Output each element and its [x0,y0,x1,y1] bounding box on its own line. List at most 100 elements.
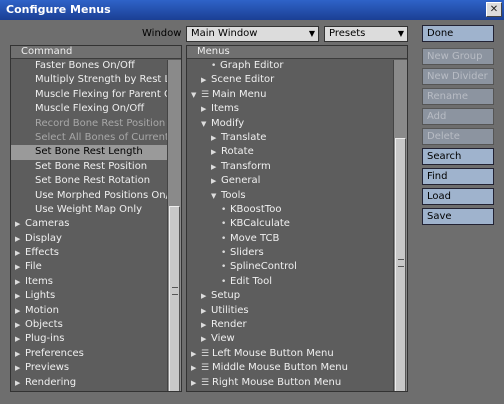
menu-tree-item[interactable]: ▶ Setup [187,289,393,303]
expand-arrow-icon[interactable]: ▶ [15,361,25,375]
expand-arrow-icon[interactable]: ▶ [15,332,25,346]
menu-tree-item[interactable]: ▶ Translate [187,131,393,145]
save-button[interactable]: Save [422,208,494,225]
expand-arrow-icon[interactable]: ▶ [201,304,211,318]
command-item[interactable]: Set Bone Rest Position [11,160,167,174]
menu-tree-item[interactable]: ▶ Rotate [187,145,393,159]
command-group[interactable]: ▶ Cameras [11,217,167,231]
command-group[interactable]: ▶ Rendering [11,376,167,390]
command-item[interactable]: Use Morphed Positions On/... [11,189,167,203]
expand-arrow-icon[interactable]: ▶ [15,246,25,260]
expand-arrow-icon[interactable]: ▶ [15,376,25,390]
command-label: Muscle Flexing for Parent O... [35,88,167,100]
command-item[interactable]: Select All Bones of Current ... [11,131,167,145]
menu-label: Render [211,319,247,331]
expand-arrow-icon[interactable]: ▶ [15,275,25,289]
expand-arrow-icon[interactable]: ▶ [211,131,221,145]
command-group[interactable]: ▶ Effects [11,246,167,260]
menu-tree-item[interactable]: • Sliders [187,246,393,260]
command-item[interactable]: Muscle Flexing for Parent O... [11,88,167,102]
menu-tree-item[interactable]: ▶ Utilities [187,304,393,318]
expand-arrow-icon[interactable]: ▶ [15,347,25,361]
command-item[interactable]: Use Weight Map Only [11,203,167,217]
menu-tree-item[interactable]: ▶ General [187,174,393,188]
menu-tree-item[interactable]: ▼ Modify [187,117,393,131]
bullet-icon: • [221,276,227,287]
collapse-arrow-icon[interactable]: ▼ [191,88,201,102]
delete-button[interactable]: Delete [422,128,494,145]
add-button[interactable]: Add [422,108,494,125]
expand-arrow-icon[interactable]: ▶ [201,73,211,87]
new-divider-button[interactable]: New Divider [422,68,494,85]
menu-tree-item[interactable]: ▶ Render [187,318,393,332]
command-item[interactable]: Set Bone Rest Rotation [11,174,167,188]
menu-tree-item[interactable]: ▶ ☰ Right Mouse Button Menu [187,376,393,390]
expand-arrow-icon[interactable]: ▶ [15,260,25,274]
expand-arrow-icon[interactable]: ▶ [201,318,211,332]
command-item[interactable]: Faster Bones On/Off [11,59,167,73]
expand-arrow-icon[interactable]: ▶ [201,332,211,346]
expand-arrow-icon[interactable]: ▶ [201,289,211,303]
command-group[interactable]: ▶ Display [11,232,167,246]
expand-arrow-icon[interactable]: ▶ [211,174,221,188]
command-scroll-thumb[interactable] [169,206,180,391]
command-item[interactable]: Set Bone Rest Length [11,145,167,160]
expand-arrow-icon[interactable]: ▶ [15,232,25,246]
command-scrollbar[interactable] [167,60,181,391]
expand-arrow-icon[interactable]: ▶ [201,102,211,116]
menu-tree-item[interactable]: • KBCalculate [187,217,393,231]
new-group-button[interactable]: New Group [422,48,494,65]
menu-tree-item[interactable]: ▶ Items [187,102,393,116]
expand-arrow-icon[interactable]: ▶ [15,318,25,332]
command-group[interactable]: ▶ File [11,260,167,274]
window-select[interactable]: Main Window ▼ [186,26,319,42]
expand-arrow-icon[interactable]: ▶ [15,217,25,231]
menu-tree-item[interactable]: ▼ ☰ Main Menu [187,88,393,102]
collapse-arrow-icon[interactable]: ▼ [201,117,211,131]
menu-label: Sliders [230,247,264,259]
command-item[interactable]: Muscle Flexing On/Off [11,102,167,116]
load-button[interactable]: Load [422,188,494,205]
rename-button[interactable]: Rename [422,88,494,105]
menu-tree-item[interactable]: ▶ ☰ Middle Mouse Button Menu [187,361,393,375]
expand-arrow-icon[interactable]: ▶ [15,289,25,303]
command-group[interactable]: ▶ Items [11,275,167,289]
expand-arrow-icon[interactable]: ▶ [15,304,25,318]
close-icon[interactable]: ✕ [486,2,502,17]
command-group[interactable]: ▶ Lights [11,289,167,303]
menu-tree-item[interactable]: • Edit Tool [187,275,393,289]
expand-arrow-icon[interactable]: ▶ [191,376,201,390]
expand-arrow-icon[interactable]: ▶ [211,160,221,174]
command-group[interactable]: ▶ Previews [11,361,167,375]
command-item[interactable]: Multiply Strength by Rest Le... [11,73,167,87]
command-label: Set Bone Rest Length [35,146,143,158]
search-button[interactable]: Search [422,148,494,165]
command-group[interactable]: ▶ Motion [11,304,167,318]
menus-scroll-thumb[interactable] [395,138,406,391]
command-group[interactable]: ▶ Objects [11,318,167,332]
menus-scrollbar[interactable] [393,60,407,391]
menu-tree-item[interactable]: ▶ Scene Editor [187,73,393,87]
command-group[interactable]: ▶ Preferences [11,347,167,361]
expand-arrow-icon[interactable]: ▶ [191,347,201,361]
expand-arrow-icon[interactable]: ▶ [191,361,201,375]
find-button[interactable]: Find [422,168,494,185]
command-group[interactable]: ▶ Plug-ins [11,332,167,346]
expand-arrow-icon[interactable]: ▶ [211,145,221,159]
command-list[interactable]: Command Faster Bones On/Off Multiply Stre… [10,45,182,392]
menu-tree-item[interactable]: • KBoostToo [187,203,393,217]
menu-tree-item[interactable]: • SplineControl [187,260,393,274]
menus-tree[interactable]: Menus • Graph Editor ▶ Scene Editor ▼ ☰ Main … [186,45,408,392]
presets-select[interactable]: Presets ▼ [324,26,408,42]
collapse-arrow-icon[interactable]: ▼ [211,189,221,203]
menu-tree-item[interactable]: ▶ Transform [187,160,393,174]
menu-tree-item[interactable]: ▼ Tools [187,189,393,203]
menu-tree-item[interactable]: ▶ ☰ Left Mouse Button Menu [187,347,393,361]
menu-tree-item[interactable]: • Move TCB [187,232,393,246]
menu-tree-item[interactable]: ▶ View [187,332,393,346]
bullet-icon: • [221,219,227,230]
command-item[interactable]: Record Bone Rest Position [11,117,167,131]
done-button[interactable]: Done [422,25,494,42]
menu-icon: ☰ [201,89,212,100]
menu-tree-item[interactable]: • Graph Editor [187,59,393,73]
